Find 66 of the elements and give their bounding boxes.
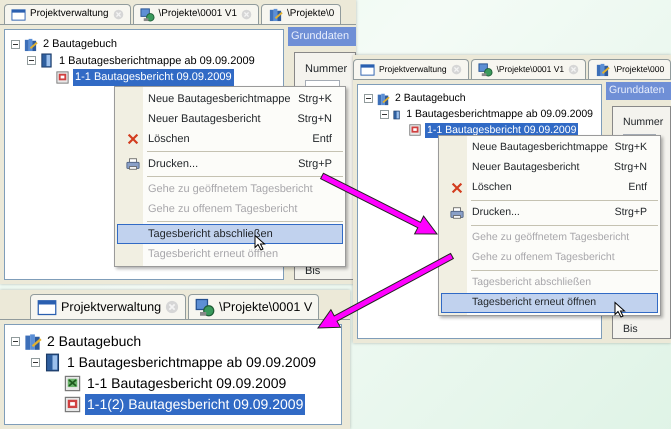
collapse-icon[interactable] [31, 358, 40, 367]
books-icon [23, 36, 38, 52]
books-icon [268, 7, 284, 22]
tab[interactable]: \Projekte\0001 V1 [470, 59, 586, 79]
menu-item[interactable]: Drucken... Strg+P [441, 203, 658, 223]
menu-item[interactable]: Löschen Entf [117, 129, 343, 149]
tree-item[interactable]: 1 Bautagesberichtmappe ab 09.09.2009 [57, 52, 257, 69]
tree-item[interactable]: 1-1 Bautagesbericht 09.09.2009 [73, 69, 234, 86]
menu-item[interactable]: Neuer Bautagesbericht Strg+N [441, 158, 658, 178]
binder-icon [392, 108, 402, 122]
window-icon [11, 7, 26, 22]
menu-item[interactable]: Tagesbericht abschließen [117, 224, 343, 244]
field-label: Nummer [305, 62, 348, 76]
menu-item[interactable]: Neuer Bautagesbericht Strg+N [117, 109, 343, 129]
books-icon [23, 332, 42, 351]
menu-item[interactable]: Löschen Entf [441, 178, 658, 198]
tree-item[interactable]: 2 Bautagebuch [41, 36, 120, 52]
tree-item[interactable]: 2 Bautagebuch [45, 331, 144, 352]
menu-item[interactable]: Neue Bautagesberichtmappe Strg+K [117, 89, 343, 109]
tree-item[interactable]: 1 Bautagesberichtmappe ab 09.09.2009 [404, 106, 595, 122]
menu-item[interactable]: Neue Bautagesberichtmappe Strg+K [441, 138, 658, 158]
printer-icon [450, 206, 464, 220]
tab-label: Projektverwaltung [379, 63, 447, 76]
tab[interactable]: Projektverwaltung [30, 294, 186, 319]
report-icon [408, 123, 422, 138]
field-label: Bis [623, 322, 639, 338]
tree-item[interactable]: 2 Bautagebuch [393, 91, 468, 107]
tab[interactable]: Projektverwaltung [353, 59, 469, 79]
menu-item[interactable]: Tagesbericht erneut öffnen [441, 293, 658, 313]
books-icon [595, 62, 610, 77]
report-icon [55, 70, 70, 85]
field-label: Nummer [623, 114, 664, 130]
window-icon [360, 62, 375, 77]
collapse-icon[interactable] [27, 56, 36, 66]
binder-icon [39, 53, 54, 68]
tree-item[interactable]: 1-1(2) Bautagesbericht 09.09.2009 [85, 394, 306, 415]
tab[interactable]: \Projekte\000 [588, 59, 671, 79]
delete-icon [126, 132, 140, 146]
printer-icon [126, 157, 140, 171]
tab-label: \Projekte\0001 V1 [496, 63, 564, 76]
collapse-icon[interactable] [364, 94, 373, 104]
tab[interactable]: \Projekte\0001 V1 [132, 4, 260, 24]
computer-icon [195, 297, 216, 317]
delete-icon [450, 181, 464, 195]
window-icon [37, 297, 57, 317]
tab[interactable]: Projektverwaltung [4, 4, 130, 24]
tab-label: \Projekte\000 [614, 63, 664, 76]
books-icon [376, 92, 390, 106]
report-icon [63, 374, 82, 393]
menu-item[interactable]: Drucken... Strg+P [117, 154, 343, 174]
computer-icon [478, 62, 493, 77]
collapse-icon[interactable] [380, 110, 389, 120]
tab-label: \Projekte\0001 V1 [158, 7, 238, 22]
collapse-icon[interactable] [11, 337, 20, 346]
report-icon [63, 395, 82, 414]
binder-icon [43, 353, 62, 372]
tree-item[interactable]: 1 Bautagesberichtmappe ab 09.09.2009 [65, 352, 318, 373]
computer-icon [140, 7, 154, 22]
collapse-icon[interactable] [11, 40, 20, 49]
tab-label: Projektverwaltung [61, 298, 162, 316]
tab-label: \Projekte\0001 V [219, 298, 312, 316]
tab[interactable]: \Projekte\0001 V [188, 294, 320, 319]
tree-item[interactable]: 1-1 Bautagesbericht 09.09.2009 [85, 373, 288, 394]
tab[interactable]: \Projekte\0 [261, 4, 342, 24]
tab-label: Projektverwaltung [30, 7, 108, 22]
tab-label: \Projekte\0 [287, 7, 334, 22]
